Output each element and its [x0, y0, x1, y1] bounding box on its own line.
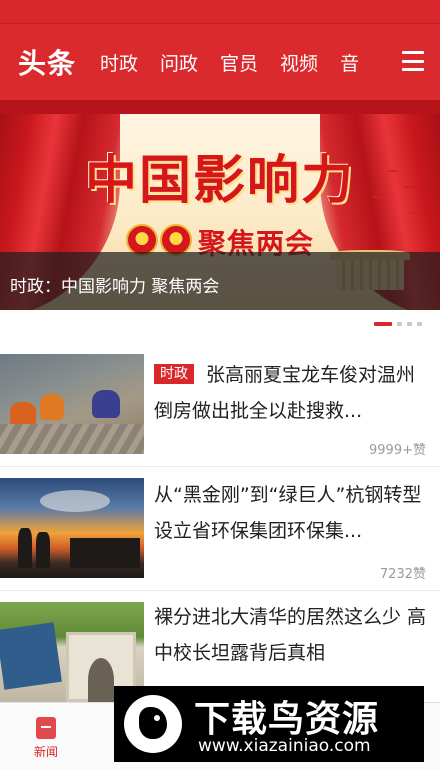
top-nav-bar: 头条 时政 问政 官员 视频 音 [0, 24, 440, 100]
likes-count: 9999+赞 [369, 443, 426, 458]
bird-logo-icon [124, 695, 182, 753]
hamburger-menu-icon[interactable] [402, 51, 424, 71]
news-list-item[interactable]: 时政 张高丽夏宝龙车俊对温州倒房做出批全以赴搜救... 9999+赞 [0, 343, 440, 467]
news-title[interactable]: 时政 张高丽夏宝龙车俊对温州倒房做出批全以赴搜救... [154, 357, 432, 429]
banner-caption[interactable]: 时政：中国影响力 聚焦两会 [10, 272, 219, 297]
news-title[interactable]: 从“黑金刚”到“绿巨人”杭钢转型设立省环保集团环保集... [154, 477, 432, 549]
carousel-indicator [369, 322, 422, 326]
steel-plant-sunset-image [0, 478, 144, 578]
tab-audio[interactable]: 音 [340, 49, 359, 76]
banner-title: 中国影响力 [84, 150, 355, 211]
carousel-dot-active[interactable] [374, 322, 392, 326]
news-title[interactable]: 裸分进北大清华的居然这么少 高中校长坦露背后真相 [154, 599, 432, 671]
carousel-dot[interactable] [407, 322, 412, 326]
watermark-logo: 下载鸟资源 www.xiazainiao.com [114, 686, 424, 762]
status-bar [0, 0, 440, 24]
rescue-scene-image [0, 354, 144, 454]
carousel-dot[interactable] [417, 322, 422, 326]
likes-count: 7232赞 [379, 567, 426, 582]
channel-tabs: 时政 问政 官员 视频 音 [80, 49, 440, 76]
curtain-valance [0, 100, 440, 114]
tab-inquiry[interactable]: 问政 [160, 49, 198, 76]
bottom-nav-news[interactable]: 新闻 [26, 717, 66, 760]
tab-politics[interactable]: 时政 [100, 49, 138, 76]
watermark-text: 下载鸟资源 [194, 699, 380, 740]
politics-tag: 时政 [154, 364, 194, 384]
tab-officials[interactable]: 官员 [220, 49, 258, 76]
bottom-nav-news-label: 新闻 [33, 745, 58, 759]
featured-banner[interactable]: 中国影响力 聚焦两会 时政：中国影响力 聚焦两会 [0, 100, 440, 310]
news-icon [36, 717, 56, 739]
watermark-url: www.xiazainiao.com [198, 736, 371, 756]
news-list-item[interactable]: 从“黑金刚”到“绿巨人”杭钢转型设立省环保集团环保集... 7232赞 [0, 467, 440, 591]
carousel-dot[interactable] [397, 322, 402, 326]
tab-headlines[interactable]: 头条 [18, 42, 80, 82]
tab-video[interactable]: 视频 [280, 49, 318, 76]
